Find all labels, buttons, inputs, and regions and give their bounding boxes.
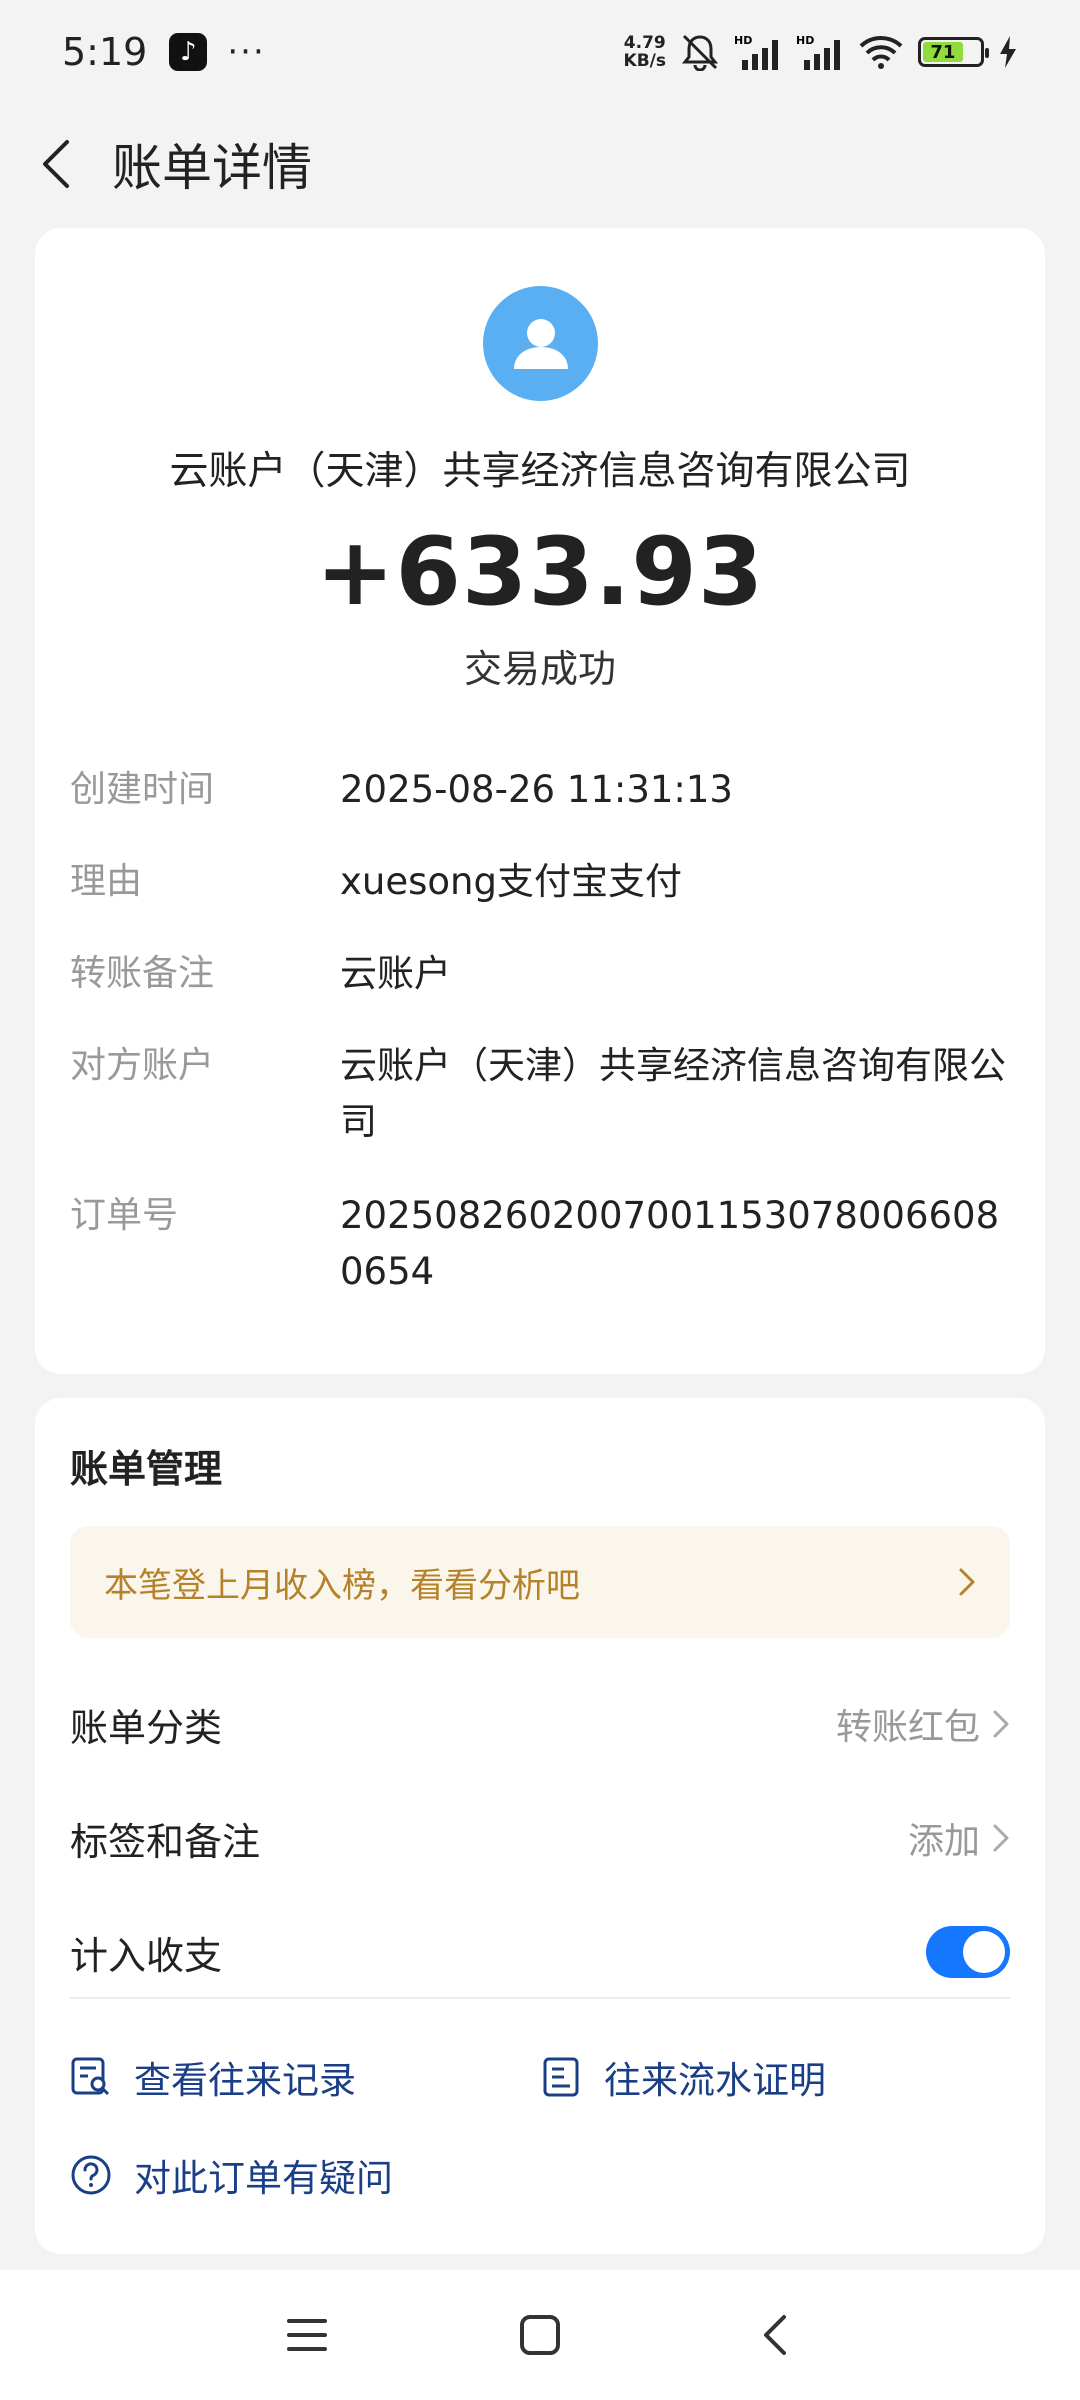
mute-bell-icon <box>680 33 720 71</box>
back-button[interactable] <box>36 134 76 194</box>
document-icon <box>543 2057 579 2097</box>
detail-value[interactable]: 2025082602007001153078006608 0654 <box>340 1188 1020 1300</box>
chevron-right-icon <box>993 1824 1009 1852</box>
records-search-icon <box>71 2057 110 2096</box>
page-title: 账单详情 <box>112 139 312 197</box>
avatar <box>483 286 598 401</box>
section-title: 账单管理 <box>70 1447 223 1491</box>
svg-text:HD: HD <box>796 34 814 47</box>
order-question-link[interactable]: 对此订单有疑问 <box>70 2148 393 2202</box>
include-income-expense-toggle[interactable] <box>926 1926 1010 1978</box>
wifi-icon <box>858 34 904 70</box>
chevron-right-icon <box>958 1567 976 1597</box>
back-triangle-icon <box>764 2315 786 2355</box>
network-speed: 4.79 KB/s <box>623 33 666 71</box>
include-income-expense-row: 计入收支 <box>70 1912 1010 1992</box>
system-nav-bar <box>0 2270 1080 2400</box>
income-ranking-banner[interactable]: 本笔登上月收入榜，看看分析吧 <box>70 1526 1010 1638</box>
menu-icon <box>287 2319 327 2351</box>
signal-1-icon: HD <box>734 34 782 70</box>
detail-row-reason: 理由 xuesong支付宝支付 <box>70 854 1020 910</box>
home-square-icon <box>520 2315 560 2355</box>
tags-notes-label: 标签和备注 <box>70 1819 261 1864</box>
tiktok-notification-icon: ♪ <box>169 33 208 71</box>
statement-certificate-link[interactable]: 往来流水证明 <box>540 2050 826 2104</box>
user-icon <box>513 318 568 369</box>
bill-category-label: 账单分类 <box>70 1705 223 1750</box>
amount: +633.93 <box>315 518 765 627</box>
menu-nav-button[interactable] <box>272 2300 342 2370</box>
divider <box>70 1997 1010 1999</box>
toggle-knob <box>963 1931 1005 1973</box>
bill-summary-card: 云账户（天津）共享经济信息咨询有限公司 +633.93 交易成功 创建时间 20… <box>35 228 1045 1374</box>
tags-notes-value: 添加 <box>907 1821 980 1862</box>
view-records-label: 查看往来记录 <box>134 2059 356 2102</box>
detail-label: 对方账户 <box>70 1045 215 1086</box>
svg-text:HD: HD <box>734 34 752 47</box>
detail-row-counterparty: 对方账户 云账户（天津）共享经济信息咨询有限公司 <box>70 1038 1020 1150</box>
order-question-label: 对此订单有疑问 <box>134 2157 393 2200</box>
back-nav-button[interactable] <box>740 2300 810 2370</box>
signal-2-icon: HD <box>796 34 844 70</box>
question-circle-icon <box>71 2155 111 2195</box>
bill-category-row[interactable]: 账单分类 转账红包 <box>70 1684 1010 1764</box>
detail-label: 理由 <box>70 861 143 902</box>
payer-name: 云账户（天津）共享经济信息咨询有限公司 <box>169 449 911 494</box>
transaction-status: 交易成功 <box>463 647 616 691</box>
include-income-expense-label: 计入收支 <box>70 1933 223 1978</box>
status-bar: 5:19 ♪ ··· 4.79 KB/s HD HD 71 <box>0 0 1080 104</box>
bill-management-card: 账单管理 本笔登上月收入榜，看看分析吧 账单分类 转账红包 标签和备注 添加 计… <box>35 1398 1045 2254</box>
detail-label: 创建时间 <box>70 769 215 810</box>
detail-label: 转账备注 <box>70 953 215 994</box>
detail-row-created-time: 创建时间 2025-08-26 11:31:13 <box>70 762 1020 818</box>
detail-row-order-number: 订单号 2025082602007001153078006608 0654 <box>70 1188 1020 1300</box>
detail-value[interactable]: 云账户 <box>340 946 1020 1002</box>
detail-value[interactable]: 2025-08-26 11:31:13 <box>340 762 1020 818</box>
detail-row-transfer-note: 转账备注 云账户 <box>70 946 1020 1002</box>
battery-icon: 71 <box>918 37 989 67</box>
detail-value[interactable]: xuesong支付宝支付 <box>340 854 1020 910</box>
home-nav-button[interactable] <box>505 2300 575 2370</box>
tags-notes-row[interactable]: 标签和备注 添加 <box>70 1798 1010 1878</box>
chevron-right-icon <box>993 1710 1009 1738</box>
banner-text: 本笔登上月收入榜，看看分析吧 <box>104 1565 580 1606</box>
title-bar: 账单详情 <box>0 104 1080 224</box>
view-records-link[interactable]: 查看往来记录 <box>70 2050 356 2104</box>
detail-value[interactable]: 云账户（天津）共享经济信息咨询有限公司 <box>340 1038 1020 1150</box>
bill-category-value: 转账红包 <box>835 1707 980 1748</box>
status-time: 5:19 <box>62 30 148 74</box>
chevron-left-icon <box>43 140 69 188</box>
more-notifications-icon: ··· <box>227 32 266 72</box>
statement-certificate-label: 往来流水证明 <box>604 2059 826 2102</box>
charging-icon <box>998 36 1018 68</box>
detail-label: 订单号 <box>70 1195 179 1236</box>
